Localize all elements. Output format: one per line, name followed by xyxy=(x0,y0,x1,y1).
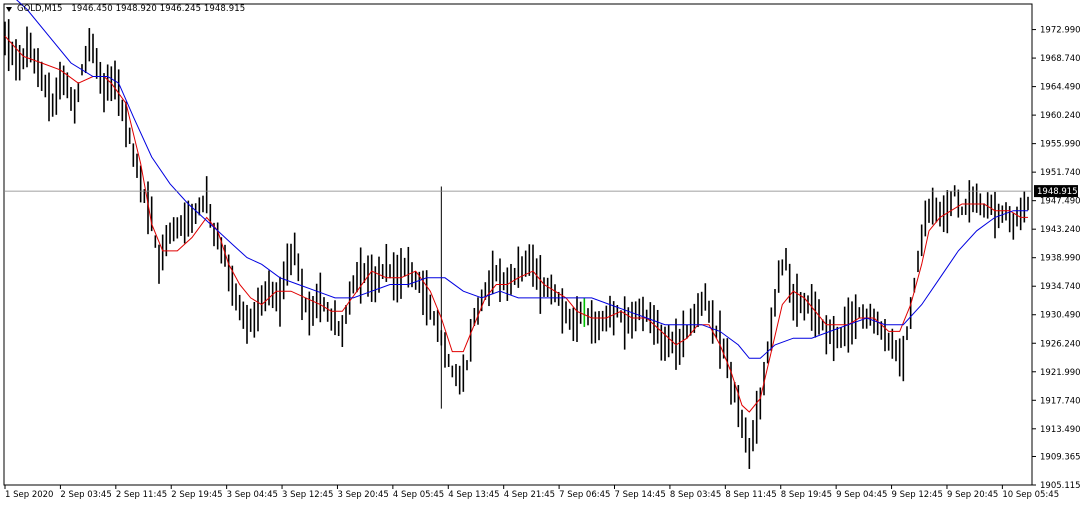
time-tick-label: 3 Sep 12:45 xyxy=(282,490,333,500)
price-chart[interactable]: 1972.990 1968.740 1964.490 1960.240 1955.990… xyxy=(0,0,1080,505)
price-tick-label: 1938.990 xyxy=(1040,254,1080,264)
price-tick-label: 1913.490 xyxy=(1040,425,1080,435)
time-tick-label: 9 Sep 04:45 xyxy=(836,490,887,500)
time-tick-label: 2 Sep 03:45 xyxy=(60,490,111,500)
time-tick-label: 3 Sep 04:45 xyxy=(227,490,278,500)
time-tick-label: 10 Sep 05:45 xyxy=(1002,490,1059,500)
time-tick-label: 8 Sep 03:45 xyxy=(670,490,721,500)
time-tick-label: 4 Sep 05:45 xyxy=(393,490,444,500)
price-tick-label: 1972.990 xyxy=(1040,26,1080,36)
plot-frame xyxy=(3,3,1033,486)
price-tick-label: 1951.740 xyxy=(1040,168,1080,178)
price-tick-label: 1926.240 xyxy=(1040,339,1080,349)
time-tick-label: 9 Sep 12:45 xyxy=(892,490,943,500)
time-tick-label: 7 Sep 06:45 xyxy=(559,490,610,500)
price-tick-label: 1960.240 xyxy=(1040,111,1080,121)
price-tick-label: 1909.365 xyxy=(1040,452,1080,462)
price-tick-label: 1917.740 xyxy=(1040,396,1080,406)
price-tick-label: 1934.740 xyxy=(1040,282,1080,292)
time-tick-label: 8 Sep 19:45 xyxy=(781,490,832,500)
chart-window[interactable]: 1972.990 1968.740 1964.490 1960.240 1955.990… xyxy=(0,0,1080,505)
price-axis: 1972.990 1968.740 1964.490 1960.240 1955.990… xyxy=(1032,26,1080,491)
collapse-triangle-icon[interactable] xyxy=(6,6,12,12)
time-tick-label: 2 Sep 19:45 xyxy=(171,490,222,500)
price-tick-label: 1943.240 xyxy=(1040,225,1080,235)
time-tick-label: 4 Sep 13:45 xyxy=(448,490,499,500)
price-tick-label: 1921.990 xyxy=(1040,368,1080,378)
time-tick-label: 8 Sep 11:45 xyxy=(725,490,776,500)
price-tick-label: 1968.740 xyxy=(1040,54,1080,64)
time-tick-label: 3 Sep 20:45 xyxy=(337,490,388,500)
time-tick-label: 1 Sep 2020 xyxy=(5,490,53,500)
time-axis: 1 Sep 2020 2 Sep 03:45 2 Sep 11:45 2 Sep 19… xyxy=(4,485,1059,500)
chart-header: GOLD,M15 1946.450 1948.920 1946.245 1948… xyxy=(6,4,245,14)
symbol-label: GOLD,M15 xyxy=(17,4,63,14)
bid-price-label: 1948.915 xyxy=(1037,187,1078,197)
price-tick-label: 1964.490 xyxy=(1040,83,1080,93)
price-tick-label: 1930.490 xyxy=(1040,311,1080,321)
price-tick-label: 1947.490 xyxy=(1040,197,1080,207)
ohlc-readout: 1946.450 1948.920 1946.245 1948.915 xyxy=(71,4,246,14)
time-tick-label: 4 Sep 21:45 xyxy=(504,490,555,500)
price-tick-label: 1955.990 xyxy=(1040,140,1080,150)
time-tick-label: 9 Sep 20:45 xyxy=(947,490,998,500)
time-tick-label: 7 Sep 14:45 xyxy=(615,490,666,500)
time-tick-label: 2 Sep 11:45 xyxy=(116,490,167,500)
